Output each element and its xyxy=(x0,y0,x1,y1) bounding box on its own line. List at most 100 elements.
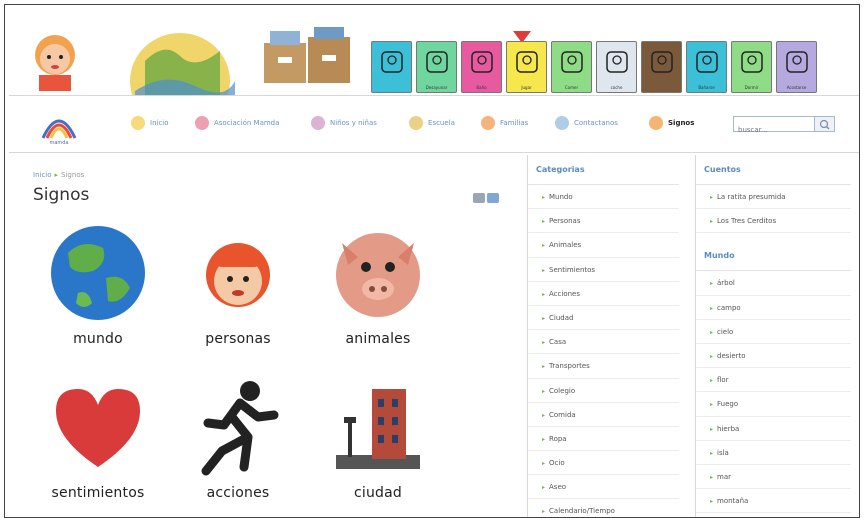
pictogram-icon xyxy=(426,51,448,73)
mundo-item[interactable]: ▸ campo xyxy=(696,296,851,320)
contact-icon xyxy=(553,114,571,132)
people-icon xyxy=(193,114,211,132)
category-item[interactable]: ▸ Ropa xyxy=(528,427,679,452)
sign-tile-sentimientos[interactable]: sentimientos xyxy=(33,377,163,517)
search-button[interactable] xyxy=(814,117,834,131)
family-icon xyxy=(479,114,497,132)
arrow-right-icon: ▸ xyxy=(542,508,546,516)
arrow-right-icon: ▸ xyxy=(542,314,546,322)
arrow-right-icon: ▸ xyxy=(542,435,546,443)
nav-item-familias[interactable]: Familias xyxy=(479,113,528,133)
mundo-item[interactable]: ▸ hierba xyxy=(696,417,851,441)
arrow-right-icon: ▸ xyxy=(710,352,714,360)
category-item-label: Transportes xyxy=(549,362,590,371)
pictogram-caption: Jugar xyxy=(521,85,532,90)
arrow-right-icon: ▸ xyxy=(542,218,546,226)
children-icon xyxy=(309,114,327,132)
category-item[interactable]: ▸ Animales xyxy=(528,233,679,258)
sign-tile-label: ciudad xyxy=(353,485,402,501)
category-item[interactable]: ▸ Calendario/Tiempo xyxy=(528,499,679,517)
print-icon[interactable] xyxy=(473,193,485,203)
sign-tile-label: animales xyxy=(345,331,411,347)
category-item[interactable]: ▸ Acciones xyxy=(528,282,679,306)
categories-heading: Categorias xyxy=(528,155,679,185)
cuento-item[interactable]: ▸ La ratita presumida xyxy=(696,185,851,210)
pictogram-icon xyxy=(561,51,583,73)
category-item[interactable]: ▸ Sentimientos xyxy=(528,258,679,282)
browser-frame: Desayunar Baño Jugar Comer coche Bañarse Dormi… xyxy=(4,4,860,518)
nav-item-inicio[interactable]: Inicio xyxy=(129,113,169,133)
mundo-item[interactable]: ▸ mar xyxy=(696,465,851,490)
arrow-right-icon: ▸ xyxy=(542,411,546,419)
nav-item-contactanos[interactable]: Contactanos xyxy=(553,113,618,133)
pictogram-icon xyxy=(786,51,808,73)
breadcrumb: Inicio ▸ Signos xyxy=(33,171,84,179)
category-item-label: Ropa xyxy=(549,434,567,443)
category-item[interactable]: ▸ Transportes xyxy=(528,354,679,379)
pig-icon xyxy=(336,233,420,317)
category-item[interactable]: ▸ Comida xyxy=(528,403,679,427)
category-item[interactable]: ▸ Casa xyxy=(528,330,679,355)
mundo-item[interactable]: ▸ isla xyxy=(696,441,851,465)
categories-panel: Categorias ▸ Mundo ▸ Personas ▸ Animales ▸ Sent… xyxy=(527,155,687,517)
mundo-item[interactable]: ▸ desierto xyxy=(696,344,851,369)
pictogram-caption: Acostarse xyxy=(786,85,807,90)
mundo-item[interactable]: ▸ Fuego xyxy=(696,392,851,417)
pictogram-icon xyxy=(516,51,538,73)
category-item[interactable]: ▸ Colegio xyxy=(528,379,679,403)
email-icon[interactable] xyxy=(487,193,499,203)
pictogram-card: Acostarse xyxy=(776,41,817,93)
sign-tile-animales[interactable]: animales xyxy=(313,223,443,373)
arrow-right-icon: ▸ xyxy=(710,304,714,312)
folders-banner-icon xyxy=(264,27,350,83)
nav-item-label: Inicio xyxy=(150,119,169,127)
city-icon xyxy=(336,389,420,469)
sign-tile-ciudad[interactable]: ciudad xyxy=(313,377,443,517)
category-item[interactable]: ▸ Ciudad xyxy=(528,306,679,331)
person-icon xyxy=(206,243,270,307)
category-item[interactable]: ▸ Ocio xyxy=(528,451,679,476)
nav-item-signos[interactable]: Signos xyxy=(647,113,694,133)
arrow-right-icon: ▸ xyxy=(710,498,714,506)
nav-item-label: Familias xyxy=(500,119,529,127)
arrow-right-icon: ▸ xyxy=(710,328,714,336)
running-man-icon xyxy=(201,381,279,476)
arrow-right-icon: ▸ xyxy=(542,363,546,371)
category-item[interactable]: ▸ Personas xyxy=(528,209,679,234)
category-item-label: Ocio xyxy=(549,459,565,468)
sign-tile-personas[interactable]: personas xyxy=(173,223,303,373)
mundo-item-label: hierba xyxy=(717,424,740,433)
mundo-item[interactable]: ▸ cielo xyxy=(696,320,851,344)
breadcrumb-current: Signos xyxy=(61,171,85,179)
category-item[interactable]: ▸ Mundo xyxy=(528,185,679,210)
sign-tile-acciones[interactable]: acciones xyxy=(173,377,303,517)
arrow-right-icon: ▸ xyxy=(542,339,546,347)
nav-item-ni-os-y-ni-as[interactable]: Niños y niñas xyxy=(309,113,377,133)
mundo-item[interactable]: ▸ árbol xyxy=(696,271,851,296)
category-item-label: Personas xyxy=(549,217,581,226)
search-input[interactable] xyxy=(734,123,810,137)
pictogram-card: Bañarse xyxy=(686,41,727,93)
main-content: Inicio ▸ Signos Signos mundo personas animal… xyxy=(33,161,523,517)
cuento-item[interactable]: ▸ Los Tres Cerditos xyxy=(696,209,851,234)
mundo-item[interactable]: ▸ montaña xyxy=(696,489,851,514)
nav-item-asociaci-n-mamda[interactable]: Asociación Mamda xyxy=(193,113,279,133)
arrow-right-icon: ▸ xyxy=(542,484,546,492)
category-item-label: Ciudad xyxy=(549,313,574,322)
category-item[interactable]: ▸ Aseo xyxy=(528,475,679,500)
mundo-item[interactable]: ▸ flor xyxy=(696,368,851,393)
pictogram-icon xyxy=(741,51,763,73)
breadcrumb-home-link[interactable]: Inicio xyxy=(33,171,52,179)
arrow-right-icon: ▸ xyxy=(710,425,714,433)
sign-tile-mundo[interactable]: mundo xyxy=(33,223,163,373)
arrow-right-icon: ▸ xyxy=(542,387,546,395)
mamda-logo-icon[interactable]: mamda xyxy=(37,102,81,146)
pictogram-caption: Dormir xyxy=(744,85,759,90)
mundo-item-label: mar xyxy=(717,472,732,481)
nav-item-escuela[interactable]: Escuela xyxy=(407,113,455,133)
category-item-label: Casa xyxy=(549,338,567,347)
globe-icon xyxy=(51,226,145,320)
pictogram-caption: Baño xyxy=(476,85,487,90)
pictogram-caption: coche xyxy=(610,85,623,90)
school-icon xyxy=(407,114,425,132)
